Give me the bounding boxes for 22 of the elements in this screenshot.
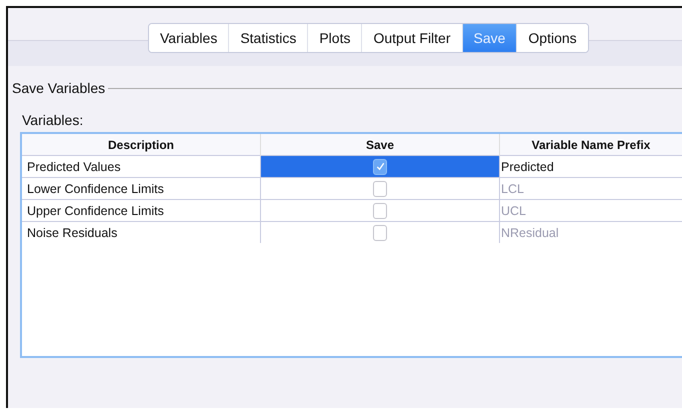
table-cell: NResidual bbox=[500, 222, 682, 243]
table-cell: Noise Residuals bbox=[22, 222, 260, 243]
tab[interactable]: Variables bbox=[149, 24, 230, 52]
table-cell[interactable] bbox=[260, 178, 500, 200]
checkmark-icon bbox=[374, 161, 386, 172]
table-cell[interactable] bbox=[260, 200, 500, 222]
checkbox[interactable] bbox=[373, 158, 387, 174]
table-cell: LCL bbox=[500, 178, 682, 200]
checkbox[interactable] bbox=[373, 180, 387, 196]
column-header[interactable]: Variable Name Prefix bbox=[500, 134, 682, 156]
group-title: Save Variables bbox=[12, 80, 106, 96]
checkbox[interactable] bbox=[373, 224, 387, 240]
table-cell: Lower Confidence Limits bbox=[22, 178, 260, 200]
table-cell[interactable] bbox=[260, 222, 500, 243]
checkbox[interactable] bbox=[373, 202, 387, 218]
column-header[interactable]: Description bbox=[22, 134, 260, 156]
column-header[interactable]: Save bbox=[260, 134, 500, 156]
table-cell: UCL bbox=[500, 200, 682, 222]
table-cell: Upper Confidence Limits bbox=[22, 200, 260, 222]
list-label: Variables: bbox=[22, 112, 84, 128]
table-cell[interactable] bbox=[260, 156, 500, 178]
table-cell: Predicted bbox=[500, 156, 682, 178]
